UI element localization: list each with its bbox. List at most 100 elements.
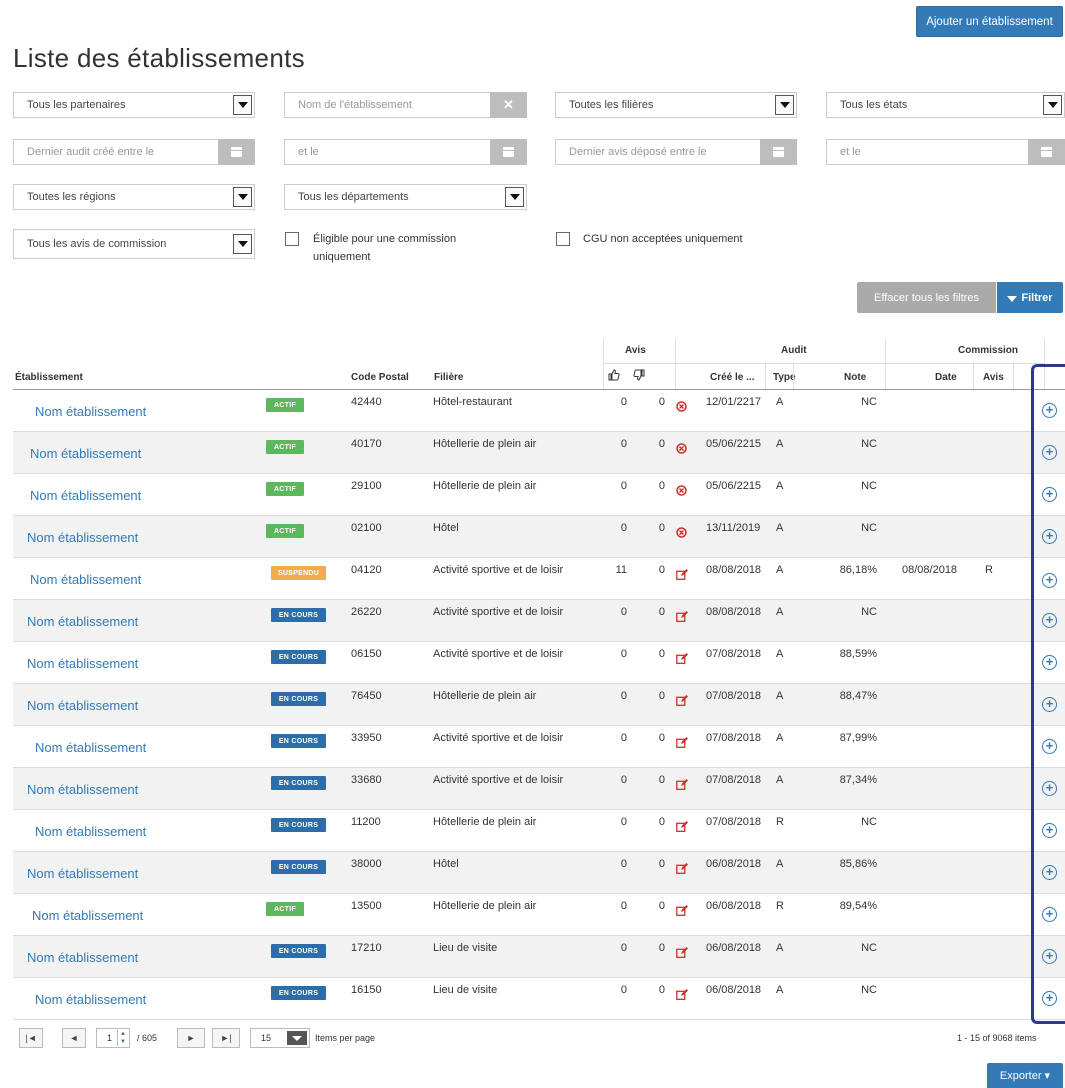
regions-select[interactable]: Toutes les régions — [13, 184, 255, 210]
header-commission-review[interactable]: Avis — [983, 372, 1004, 383]
clear-filters-button[interactable]: Effacer tous les filtres — [857, 282, 996, 313]
review-from-calendar-button[interactable] — [760, 139, 797, 165]
edit-icon[interactable] — [676, 861, 688, 874]
positive-reviews: 0 — [620, 858, 627, 870]
establishment-name-link[interactable]: Nom établissement — [35, 824, 146, 839]
audit-to-calendar-button[interactable] — [490, 139, 527, 165]
edit-icon[interactable] — [676, 777, 688, 790]
export-button[interactable]: Exporter ▾ — [987, 1063, 1063, 1088]
header-establishment[interactable]: Établissement — [15, 372, 83, 383]
edit-icon[interactable] — [676, 609, 688, 622]
establishment-name-link[interactable]: Nom établissement — [27, 698, 138, 713]
status-badge: EN COURS — [271, 692, 326, 706]
last-page-icon: ►| — [220, 1033, 232, 1043]
page-size-select[interactable]: 15 — [250, 1028, 310, 1048]
edit-icon[interactable] — [676, 735, 688, 748]
establishment-name-link[interactable]: Nom établissement — [35, 992, 146, 1007]
cgu-not-accepted-checkbox[interactable] — [556, 232, 570, 246]
establishment-name-link[interactable]: Nom établissement — [27, 530, 138, 545]
table-row[interactable]: Nom établissement EN COURS 26220 Activité s… — [13, 600, 1065, 642]
first-page-button[interactable]: |◄ — [19, 1028, 43, 1048]
audit-score: 87,34% — [839, 774, 877, 786]
audit-from-date-input[interactable]: Dernier audit créé entre le — [13, 139, 255, 165]
table-row[interactable]: Nom établissement ACTIF 13500 Hôtellerie de… — [13, 894, 1065, 936]
edit-icon[interactable] — [676, 903, 688, 916]
clear-name-button[interactable]: ✕ — [490, 92, 527, 118]
table-row[interactable]: Nom établissement EN COURS 33950 Activité s… — [13, 726, 1065, 768]
establishment-name-link[interactable]: Nom établissement — [27, 656, 138, 671]
establishment-name-input[interactable]: Nom de l'établissement ✕ — [284, 92, 527, 118]
sectors-select[interactable]: Toutes les filières — [555, 92, 797, 118]
review-from-date-input[interactable]: Dernier avis déposé entre le — [555, 139, 797, 165]
establishment-name-link[interactable]: Nom établissement — [27, 614, 138, 629]
last-page-button[interactable]: ►| — [212, 1028, 240, 1048]
edit-icon[interactable] — [676, 945, 688, 958]
eligible-commission-checkbox[interactable] — [285, 232, 299, 246]
establishment-name-link[interactable]: Nom établissement — [30, 446, 141, 461]
partners-select[interactable]: Tous les partenaires — [13, 92, 255, 118]
header-postal-code[interactable]: Code Postal — [351, 372, 409, 383]
audit-created-date: 07/08/2018 — [706, 690, 762, 702]
header-sector[interactable]: Filière — [434, 372, 463, 383]
cgu-not-accepted-label: CGU non acceptées uniquement — [583, 233, 743, 245]
table-row[interactable]: Nom établissement SUSPENDU 04120 Activité s… — [13, 558, 1065, 600]
header-score[interactable]: Note — [844, 372, 866, 383]
establishment-name-link[interactable]: Nom établissement — [30, 488, 141, 503]
table-row[interactable]: Nom établissement ACTIF 29100 Hôtellerie de… — [13, 474, 1065, 516]
table-row[interactable]: Nom établissement EN COURS 16150 Lieu de vi… — [13, 978, 1065, 1020]
negative-reviews: 0 — [658, 396, 665, 408]
table-row[interactable]: Nom établissement ACTIF 02100 Hôtel 0 0 13/11/… — [13, 516, 1065, 558]
establishment-name-link[interactable]: Nom établissement — [27, 782, 138, 797]
establishment-name-link[interactable]: Nom établissement — [30, 572, 141, 587]
states-select[interactable]: Tous les états — [826, 92, 1065, 118]
edit-icon[interactable] — [676, 987, 688, 1000]
audit-type: A — [776, 396, 784, 408]
postal-code: 11200 — [351, 816, 381, 828]
audit-score: NC — [861, 480, 877, 492]
table-row[interactable]: Nom établissement ACTIF 40170 Hôtellerie de… — [13, 432, 1065, 474]
establishment-name-link[interactable]: Nom établissement — [35, 404, 146, 419]
establishment-name-link[interactable]: Nom établissement — [27, 950, 138, 965]
edit-icon[interactable] — [676, 819, 688, 832]
audit-type: A — [776, 984, 784, 996]
status-badge: ACTIF — [266, 902, 304, 916]
sector: Activité sportive et de loisir — [433, 732, 564, 744]
header-commission-date[interactable]: Date — [935, 372, 957, 383]
audit-to-date-input[interactable]: et le — [284, 139, 527, 165]
next-page-button[interactable]: ► — [177, 1028, 205, 1048]
table-row[interactable]: Nom établissement EN COURS 38000 Hôtel 0 0 06/… — [13, 852, 1065, 894]
table-row[interactable]: Nom établissement EN COURS 76450 Hôtellerie… — [13, 684, 1065, 726]
negative-reviews: 0 — [658, 774, 665, 786]
table-row[interactable]: Nom établissement EN COURS 11200 Hôtellerie… — [13, 810, 1065, 852]
total-pages: / 605 — [137, 1033, 158, 1043]
status-badge: EN COURS — [271, 734, 326, 748]
establishment-name-link[interactable]: Nom établissement — [35, 740, 146, 755]
departments-select[interactable]: Tous les départements — [284, 184, 527, 210]
audit-score: 86,18% — [839, 564, 877, 576]
cancel-circle-icon — [676, 483, 687, 496]
establishment-name-link[interactable]: Nom établissement — [32, 908, 143, 923]
audit-type: R — [776, 816, 784, 828]
edit-icon[interactable] — [676, 567, 688, 580]
header-created[interactable]: Créé le ... — [710, 372, 754, 383]
page-number-input[interactable]: 1 ▲ ▼ — [96, 1028, 130, 1048]
negative-reviews: 0 — [658, 438, 665, 450]
filter-button[interactable]: Filtrer — [997, 282, 1063, 313]
review-to-date-input[interactable]: et le — [826, 139, 1065, 165]
negative-reviews: 0 — [658, 522, 665, 534]
add-establishment-button[interactable]: Ajouter un établissement — [916, 6, 1063, 37]
table-row[interactable]: Nom établissement ACTIF 42440 Hôtel-restaur… — [13, 390, 1065, 432]
page-spinner-icon[interactable]: ▲ ▼ — [117, 1030, 128, 1046]
previous-page-button[interactable]: ◄ — [62, 1028, 86, 1048]
negative-reviews: 0 — [658, 732, 665, 744]
edit-icon[interactable] — [676, 693, 688, 706]
commission-reviews-select[interactable]: Tous les avis de commission — [13, 229, 255, 259]
table-row[interactable]: Nom établissement EN COURS 17210 Lieu de vi… — [13, 936, 1065, 978]
edit-icon[interactable] — [676, 651, 688, 664]
establishment-name-link[interactable]: Nom établissement — [27, 866, 138, 881]
table-row[interactable]: Nom établissement EN COURS 33680 Activité s… — [13, 768, 1065, 810]
audit-from-calendar-button[interactable] — [218, 139, 255, 165]
review-to-calendar-button[interactable] — [1028, 139, 1065, 165]
audit-score: NC — [861, 816, 877, 828]
table-row[interactable]: Nom établissement EN COURS 06150 Activité s… — [13, 642, 1065, 684]
